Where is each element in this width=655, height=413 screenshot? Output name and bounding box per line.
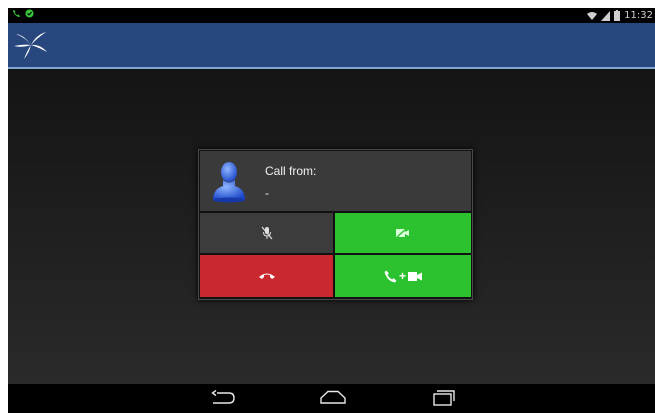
wifi-icon <box>587 11 598 20</box>
phone-call-icon <box>12 9 21 18</box>
phone-icon <box>384 270 397 282</box>
mic-off-icon <box>261 226 272 240</box>
hangup-icon <box>258 273 275 279</box>
incoming-call-dialog: Call from: - + <box>198 149 473 300</box>
home-icon[interactable] <box>320 390 346 404</box>
mute-button[interactable] <box>200 213 333 253</box>
call-from-label: Call from: <box>265 164 317 178</box>
decline-call-button[interactable] <box>200 255 333 297</box>
dialog-header: Call from: - <box>200 151 471 211</box>
plus-label: + <box>398 269 406 283</box>
battery-icon <box>614 10 621 21</box>
android-screen: 11:32 Call from: - + <box>8 8 655 413</box>
status-time: 11:32 <box>624 10 653 21</box>
signal-icon <box>601 10 611 21</box>
back-icon[interactable] <box>211 390 235 406</box>
star-logo-icon[interactable] <box>14 30 48 60</box>
check-circle-icon <box>25 9 34 18</box>
status-bar: 11:32 <box>8 8 655 23</box>
accept-video-call-button[interactable]: + <box>335 255 471 297</box>
video-off-icon <box>396 228 409 238</box>
recents-icon[interactable] <box>433 390 457 406</box>
caller-id: - <box>265 186 269 200</box>
avatar <box>213 162 245 203</box>
video-toggle-button[interactable] <box>335 213 471 253</box>
video-camera-icon <box>408 271 422 281</box>
action-bar <box>8 23 655 69</box>
navigation-bar <box>8 384 655 413</box>
